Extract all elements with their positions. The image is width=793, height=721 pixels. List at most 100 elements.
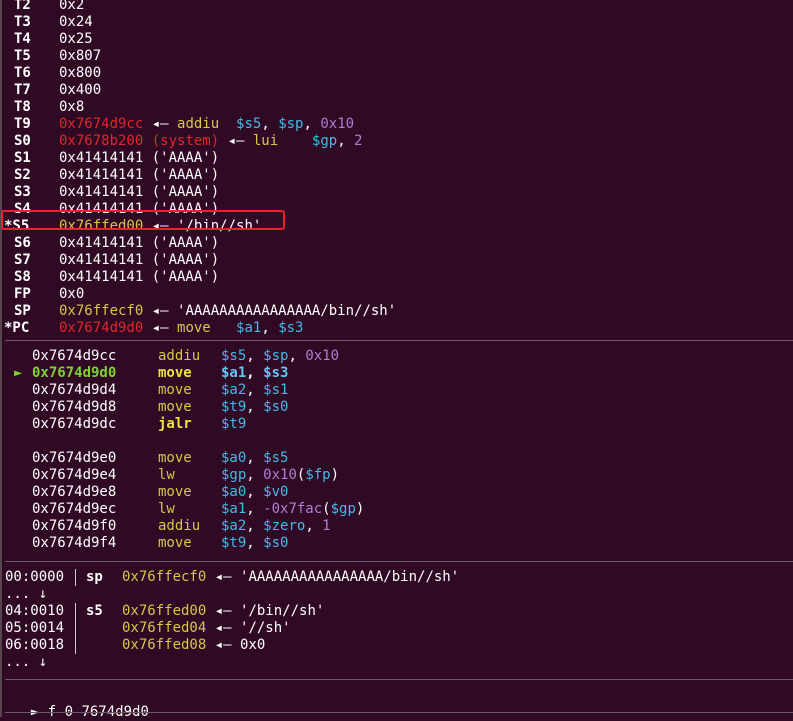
stack-ellipsis: ... ↓ — [0, 586, 793, 603]
instruction-mnemonic: move — [158, 450, 192, 466]
operand: , — [246, 501, 264, 517]
register-deref: ◂— — [143, 320, 178, 336]
instruction-address: 0x7674d9cc — [32, 348, 117, 364]
register-name: S6 — [14, 235, 31, 251]
register-value-text: 0x41414141 ('AAAA') — [59, 167, 220, 183]
instruction-address: 0x7674d9f4 — [32, 535, 117, 551]
instruction-mnemonic: lw — [158, 467, 175, 483]
operand: $a2 — [221, 382, 247, 398]
stack-offset: 00:0000 — [5, 569, 65, 585]
operand: $s1 — [263, 382, 289, 398]
register-value-text: 0x7674d9d0 — [59, 320, 144, 336]
register-value: 0x41414141 ('AAAA') — [59, 184, 219, 201]
stack-arrow: ◂— — [206, 569, 241, 585]
stack-row: 04:0010 s5 0x76ffed00 ◂— '/bin//sh' — [0, 603, 793, 620]
register-value-text: 0x24 — [59, 14, 93, 30]
register-value-text: 0x7674d9cc — [59, 116, 144, 132]
register-value: 0x800 — [59, 65, 101, 82]
register-deref: 2 — [354, 133, 363, 149]
register-row: FP 0x0 — [0, 286, 793, 303]
register-value-text: 0x41414141 ('AAAA') — [59, 150, 220, 166]
register-row: S8 0x41414141 ('AAAA') — [0, 269, 793, 286]
register-row: T5 0x807 — [0, 48, 793, 65]
stack-arrow: ◂— — [206, 603, 241, 619]
disasm-row: 0x7674d9d8 move $t9, $s0 — [0, 399, 793, 416]
register-name: S0 — [14, 133, 31, 149]
register-deref: (system) — [143, 133, 220, 149]
instruction-address: 0x7674d9d0 — [32, 365, 117, 381]
instruction-address: 0x7674d9f0 — [32, 518, 117, 534]
register-value-text: 0x0 — [59, 286, 85, 302]
register-value: 0x25 — [59, 31, 93, 48]
operand: ( — [322, 501, 331, 517]
register-name: *PC — [4, 320, 30, 336]
register-name: T2 — [14, 0, 31, 13]
disasm-row: 0x7674d9e8 move $a0, $v0 — [0, 484, 793, 501]
register-value: 0x807 — [59, 48, 101, 65]
instruction-operands: $a1, -0x7fac($gp) — [221, 501, 364, 518]
instruction-operands: $t9 — [221, 416, 246, 433]
register-value-text: 0x41414141 ('AAAA') — [59, 269, 220, 285]
operand: 0x10 — [305, 348, 340, 364]
stack-row: 00:0000 sp 0x76ffecf0 ◂— 'AAAAAAAAAAAAAAAA… — [0, 569, 793, 586]
operand: $t9 — [221, 416, 247, 432]
register-value-text: 0x8 — [59, 99, 85, 115]
register-deref: lui — [252, 133, 312, 149]
disasm-row: 0x7674d9e4 lw $gp, 0x10($fp) — [0, 467, 793, 484]
register-deref: $s5 — [236, 116, 262, 132]
separator-stack-backtrace — [5, 679, 793, 680]
disasm-row: 0x7674d9f0 addiu $a2, $zero, 1 — [0, 518, 793, 535]
current-instruction-arrow-icon: ► — [14, 365, 23, 381]
register-deref: $s3 — [278, 320, 304, 336]
stack-register: sp — [86, 569, 103, 585]
operand: $t9 — [221, 399, 247, 415]
operand: $fp — [305, 467, 331, 483]
stack-divider — [75, 620, 76, 637]
separator-registers-disasm — [5, 340, 793, 341]
stack-deref: '/bin//sh' — [240, 603, 325, 619]
register-row: T2 0x2 — [0, 0, 793, 14]
register-value: 0x41414141 ('AAAA') — [59, 167, 219, 184]
register-value: 0x41414141 ('AAAA') — [59, 269, 219, 286]
instruction-operands: $gp, 0x10($fp) — [221, 467, 339, 484]
operand: $s0 — [263, 535, 289, 551]
operand: $s3 — [263, 365, 289, 381]
operand: , — [246, 399, 264, 415]
instruction-operands: $s5, $sp, 0x10 — [221, 348, 339, 365]
register-name: T4 — [14, 31, 31, 47]
register-value-text: 0x800 — [59, 65, 102, 81]
instruction-operands: $a1, $s3 — [221, 365, 288, 382]
operand: , — [246, 450, 264, 466]
stack-value: 0x76ffed08 ◂— 0x0 — [122, 637, 265, 654]
register-name: SP — [14, 303, 31, 319]
operand: , — [246, 382, 264, 398]
register-name: T8 — [14, 99, 31, 115]
stack-offset: 06:0018 — [5, 637, 65, 653]
instruction-operands: $a2, $s1 — [221, 382, 288, 399]
operand: , — [246, 535, 264, 551]
register-value: 0x41414141 ('AAAA') — [59, 150, 219, 167]
register-deref: , — [261, 320, 279, 336]
register-deref: 0x10 — [320, 116, 355, 132]
register-value: 0x76ffecf0 ◂— 'AAAAAAAAAAAAAAAA/bin//sh' — [59, 303, 396, 320]
register-deref: ◂— — [219, 133, 253, 149]
register-value: 0x7678b200 (system) ◂— lui $gp, 2 — [59, 133, 362, 150]
register-value: 0x400 — [59, 82, 101, 99]
stack-register: s5 — [86, 603, 103, 619]
stack-divider — [75, 637, 76, 654]
stack-address: 0x76ffed00 — [122, 603, 207, 619]
disasm-row: 0x7674d9dc jalr $t9 — [0, 416, 793, 433]
disasm-row: 0x7674d9f4 move $t9, $s0 — [0, 535, 793, 552]
instruction-address: 0x7674d9e4 — [32, 467, 117, 483]
stack-value: 0x76ffecf0 ◂— 'AAAAAAAAAAAAAAAA/bin//sh' — [122, 569, 459, 586]
stack-offset: 04:0010 — [5, 603, 65, 619]
register-value-text: 0x25 — [59, 31, 93, 47]
stack-deref: '//sh' — [240, 620, 291, 636]
register-row: *PC 0x7674d9d0 ◂— move $a1, $s3 — [0, 320, 793, 337]
disasm-row: 0x7674d9d4 move $a2, $s1 — [0, 382, 793, 399]
stack-ellipsis-text: ... ↓ — [5, 586, 48, 602]
instruction-address: 0x7674d9ec — [32, 501, 117, 517]
register-row: S1 0x41414141 ('AAAA') — [0, 150, 793, 167]
instruction-operands: $a0, $s5 — [221, 450, 288, 467]
stack-deref: 0x0 — [240, 637, 266, 653]
